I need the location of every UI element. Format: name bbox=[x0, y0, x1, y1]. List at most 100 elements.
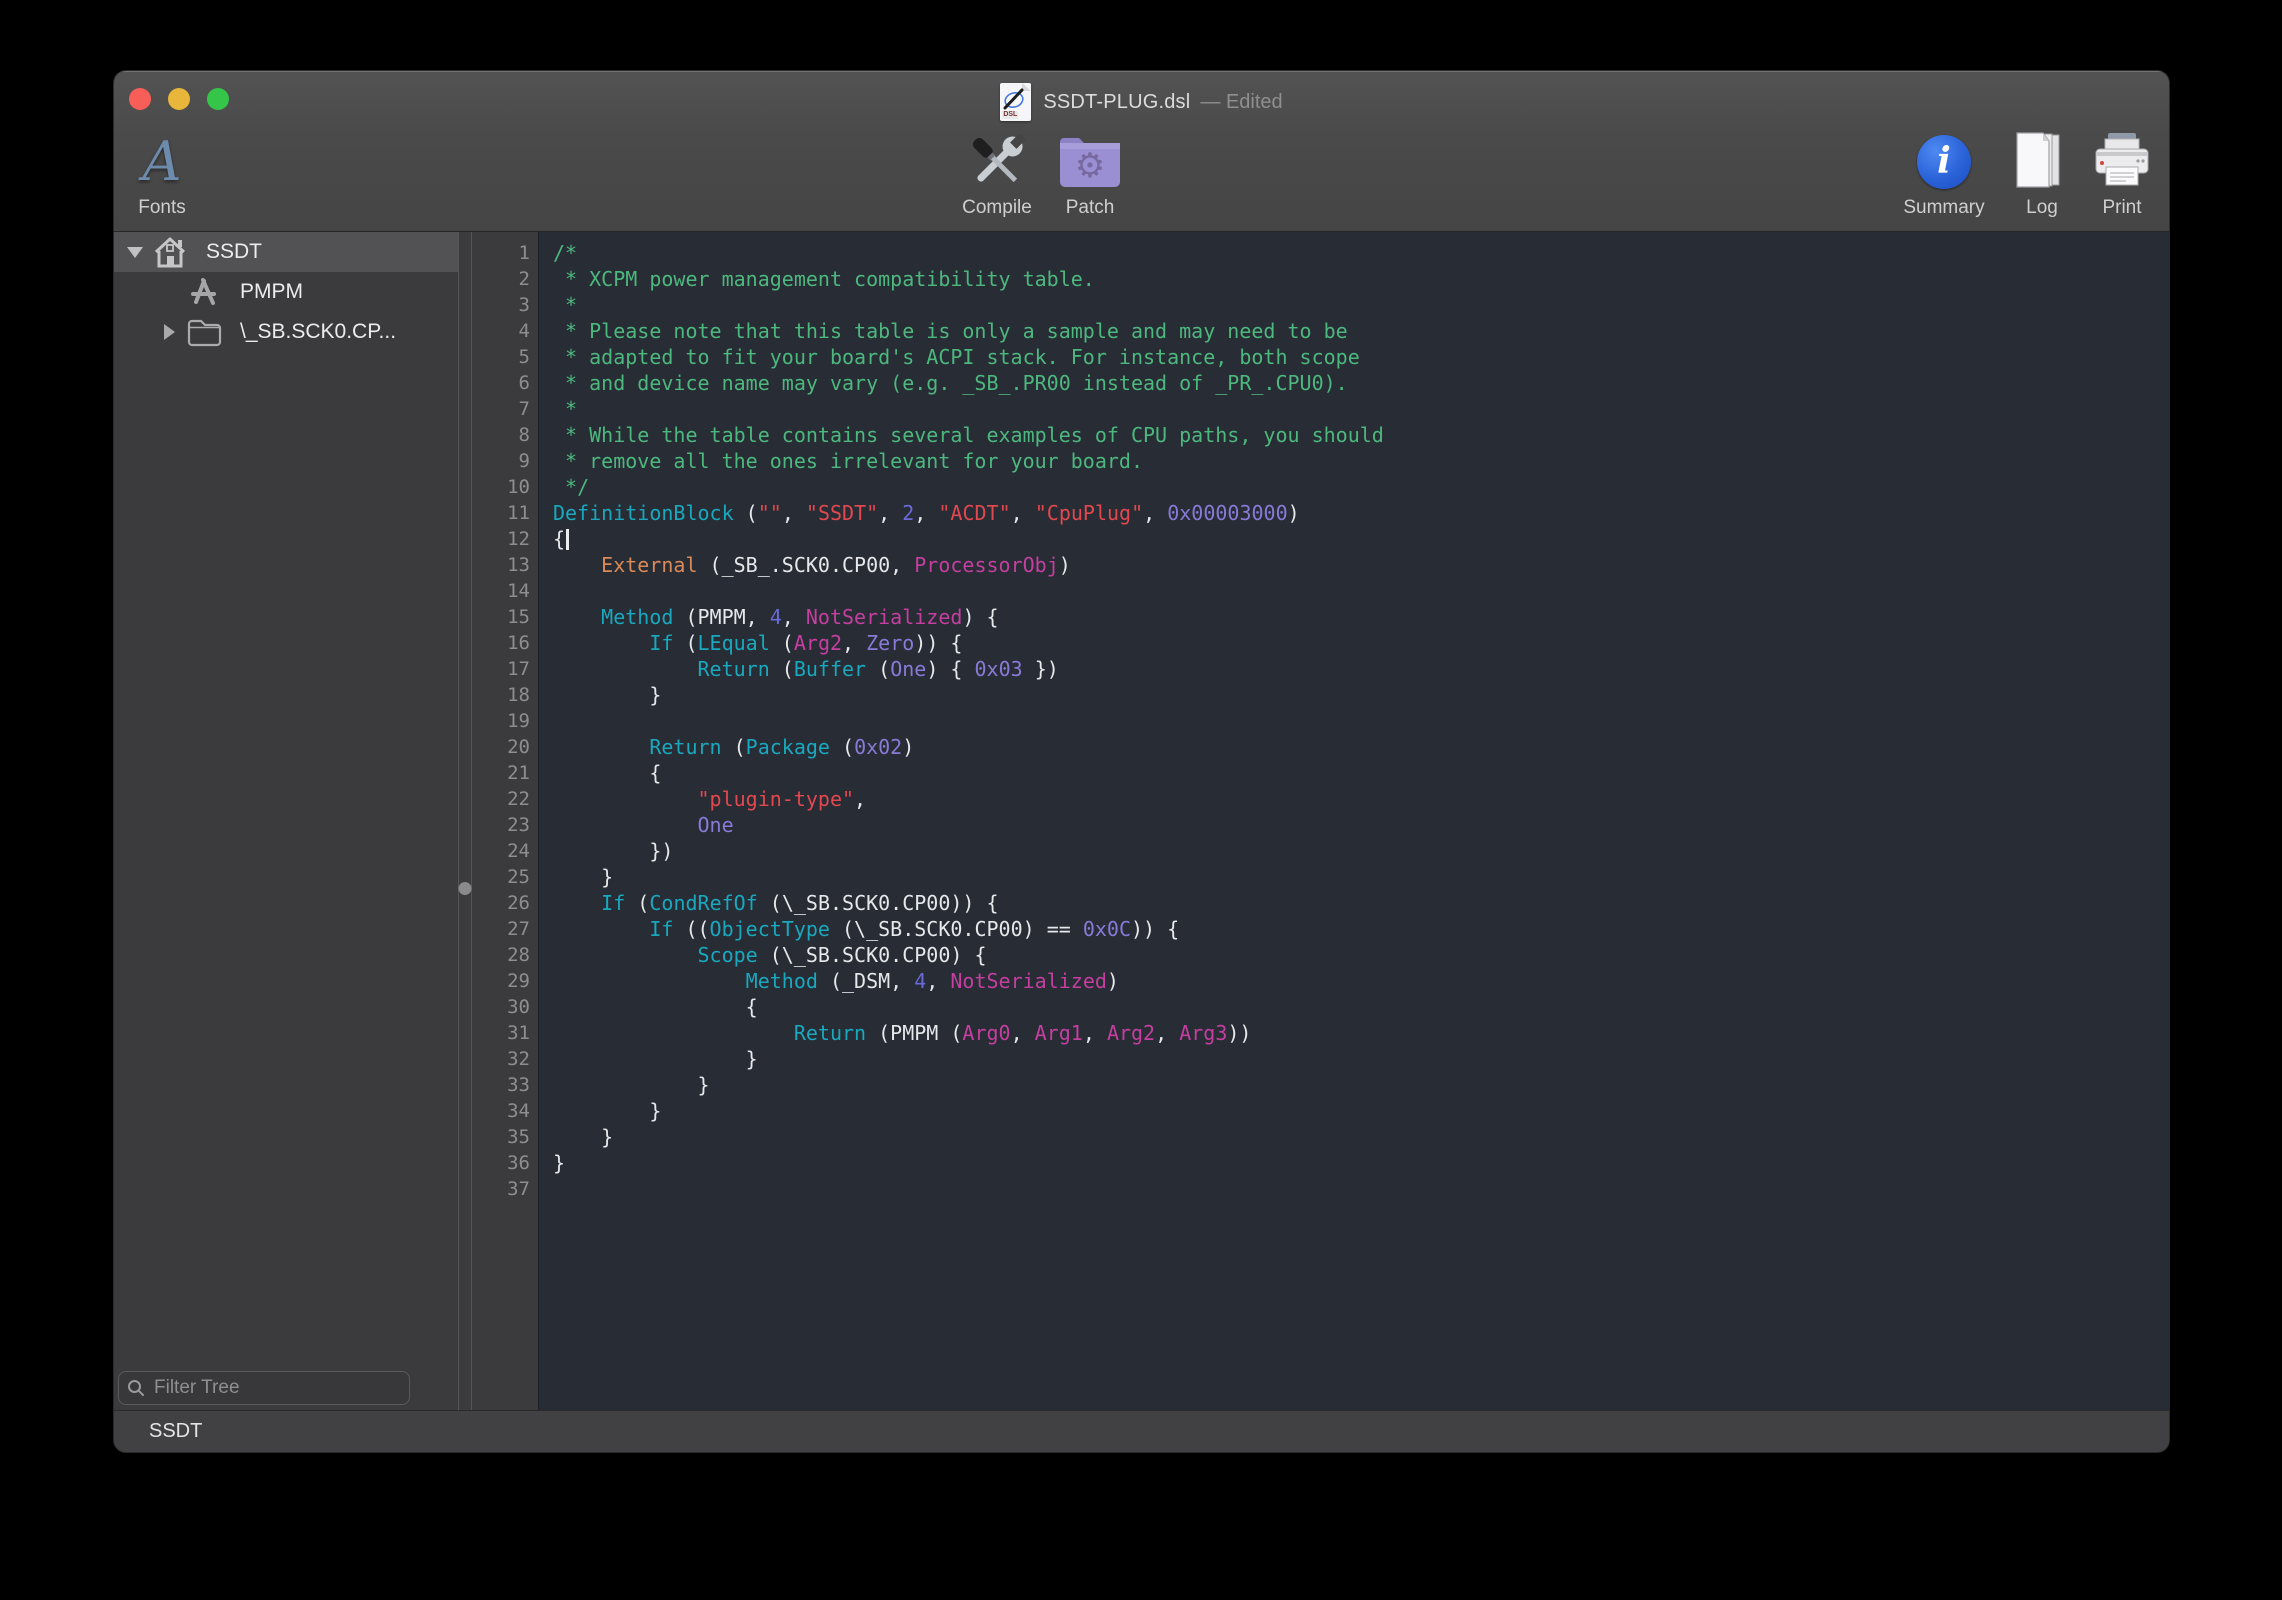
code-line[interactable]: 23 One bbox=[472, 812, 2169, 838]
code-line[interactable]: 26 If (CondRefOf (\_SB.SCK0.CP00)) { bbox=[472, 890, 2169, 916]
line-text: { bbox=[539, 994, 758, 1020]
line-number: 23 bbox=[472, 812, 539, 838]
code-line[interactable]: 9 * remove all the ones irrelevant for y… bbox=[472, 448, 2169, 474]
line-number: 6 bbox=[472, 370, 539, 396]
app-window: DSL SSDT-PLUG.dsl — Edited A Fonts bbox=[114, 71, 2169, 1452]
title-group: DSL SSDT-PLUG.dsl — Edited bbox=[114, 80, 2169, 124]
code-line[interactable]: 15 Method (PMPM, 4, NotSerialized) { bbox=[472, 604, 2169, 630]
tree-item-pmpm[interactable]: PMPM bbox=[114, 272, 458, 312]
disclosure-down-icon[interactable] bbox=[126, 247, 144, 258]
code-line[interactable]: 20 Return (Package (0x02) bbox=[472, 734, 2169, 760]
line-text: }) bbox=[539, 838, 673, 864]
line-number: 37 bbox=[472, 1176, 539, 1202]
line-text: * remove all the ones irrelevant for you… bbox=[539, 448, 1143, 474]
fonts-button[interactable]: A Fonts bbox=[124, 128, 200, 219]
line-number: 33 bbox=[472, 1072, 539, 1098]
code-line[interactable]: 34 } bbox=[472, 1098, 2169, 1124]
line-text: If (CondRefOf (\_SB.SCK0.CP00)) { bbox=[539, 890, 999, 916]
code-line[interactable]: 4 * Please note that this table is only … bbox=[472, 318, 2169, 344]
code-lines: 1/*2 * XCPM power management compatibili… bbox=[472, 232, 2169, 1202]
code-line[interactable]: 35 } bbox=[472, 1124, 2169, 1150]
code-line[interactable]: 32 } bbox=[472, 1046, 2169, 1072]
code-line[interactable]: 13 External (_SB_.SCK0.CP00, ProcessorOb… bbox=[472, 552, 2169, 578]
code-line[interactable]: 6 * and device name may vary (e.g. _SB_.… bbox=[472, 370, 2169, 396]
line-number: 20 bbox=[472, 734, 539, 760]
line-number: 9 bbox=[472, 448, 539, 474]
line-text: { bbox=[539, 526, 569, 552]
line-number: 5 bbox=[472, 344, 539, 370]
code-line[interactable]: 37 bbox=[472, 1176, 2169, 1202]
document-icon: DSL bbox=[1000, 83, 1031, 121]
line-number: 32 bbox=[472, 1046, 539, 1072]
line-text: External (_SB_.SCK0.CP00, ProcessorObj) bbox=[539, 552, 1071, 578]
code-line[interactable]: 18 } bbox=[472, 682, 2169, 708]
code-line[interactable]: 19 bbox=[472, 708, 2169, 734]
search-icon bbox=[127, 1379, 145, 1397]
tree-item-label: SSDT bbox=[206, 240, 262, 264]
line-text: } bbox=[539, 864, 613, 890]
line-text: Return (Buffer (One) { 0x03 }) bbox=[539, 656, 1059, 682]
line-text: Return (PMPM (Arg0, Arg1, Arg2, Arg3)) bbox=[539, 1020, 1251, 1046]
filter-tree-field[interactable] bbox=[118, 1371, 410, 1405]
line-text: * and device name may vary (e.g. _SB_.PR… bbox=[539, 370, 1348, 396]
house-icon bbox=[152, 235, 188, 269]
code-line[interactable]: 8 * While the table contains several exa… bbox=[472, 422, 2169, 448]
code-line[interactable]: 24 }) bbox=[472, 838, 2169, 864]
line-number: 3 bbox=[472, 292, 539, 318]
line-text: * bbox=[539, 396, 577, 422]
print-button[interactable]: Print bbox=[2067, 128, 2169, 219]
code-line[interactable]: 22 "plugin-type", bbox=[472, 786, 2169, 812]
line-text: } bbox=[539, 1098, 661, 1124]
code-line[interactable]: 1/* bbox=[472, 240, 2169, 266]
sidebar-splitter[interactable] bbox=[458, 232, 472, 1410]
line-number: 2 bbox=[472, 266, 539, 292]
line-number: 28 bbox=[472, 942, 539, 968]
line-number: 13 bbox=[472, 552, 539, 578]
code-line[interactable]: 3 * bbox=[472, 292, 2169, 318]
code-line[interactable]: 33 } bbox=[472, 1072, 2169, 1098]
code-line[interactable]: 27 If ((ObjectType (\_SB.SCK0.CP00) == 0… bbox=[472, 916, 2169, 942]
line-text: * bbox=[539, 292, 577, 318]
window-title-edited: — Edited bbox=[1200, 91, 1282, 114]
filter-tree-input[interactable] bbox=[152, 1376, 401, 1400]
code-line[interactable]: 12{ bbox=[472, 526, 2169, 552]
line-text: */ bbox=[539, 474, 589, 500]
code-line[interactable]: 16 If (LEqual (Arg2, Zero)) { bbox=[472, 630, 2169, 656]
text-caret bbox=[566, 529, 569, 550]
line-number: 34 bbox=[472, 1098, 539, 1124]
line-number: 21 bbox=[472, 760, 539, 786]
tree-item--sb-sck0-cp-[interactable]: \_SB.SCK0.CP... bbox=[114, 312, 458, 352]
code-line[interactable]: 29 Method (_DSM, 4, NotSerialized) bbox=[472, 968, 2169, 994]
patch-button[interactable]: ⚙ Patch bbox=[1030, 128, 1150, 219]
splitter-handle-icon[interactable] bbox=[459, 882, 472, 895]
line-number: 25 bbox=[472, 864, 539, 890]
line-number: 8 bbox=[472, 422, 539, 448]
code-line[interactable]: 10 */ bbox=[472, 474, 2169, 500]
disclosure-right-icon[interactable] bbox=[160, 324, 178, 340]
code-line[interactable]: 11DefinitionBlock ("", "SSDT", 2, "ACDT"… bbox=[472, 500, 2169, 526]
line-text: /* bbox=[539, 240, 577, 266]
code-line[interactable]: 2 * XCPM power management compatibility … bbox=[472, 266, 2169, 292]
tree-item-label: PMPM bbox=[240, 280, 303, 304]
code-line[interactable]: 36} bbox=[472, 1150, 2169, 1176]
window-header[interactable]: DSL SSDT-PLUG.dsl — Edited A Fonts bbox=[114, 71, 2169, 232]
line-number: 1 bbox=[472, 240, 539, 266]
code-line[interactable]: 5 * adapted to fit your board's ACPI sta… bbox=[472, 344, 2169, 370]
line-text: * adapted to fit your board's ACPI stack… bbox=[539, 344, 1360, 370]
code-line[interactable]: 7 * bbox=[472, 396, 2169, 422]
line-number: 30 bbox=[472, 994, 539, 1020]
line-number: 18 bbox=[472, 682, 539, 708]
code-line[interactable]: 14 bbox=[472, 578, 2169, 604]
tree-item-ssdt[interactable]: SSDT bbox=[114, 232, 458, 272]
code-line[interactable]: 28 Scope (\_SB.SCK0.CP00) { bbox=[472, 942, 2169, 968]
line-number: 14 bbox=[472, 578, 539, 604]
printer-icon bbox=[2067, 128, 2169, 196]
line-number: 4 bbox=[472, 318, 539, 344]
code-line[interactable]: 25 } bbox=[472, 864, 2169, 890]
sidebar-tree: SSDT PMPM \_SB.SCK0.CP... bbox=[114, 232, 458, 1410]
code-line[interactable]: 30 { bbox=[472, 994, 2169, 1020]
code-editor[interactable]: 1/*2 * XCPM power management compatibili… bbox=[472, 232, 2169, 1410]
code-line[interactable]: 31 Return (PMPM (Arg0, Arg1, Arg2, Arg3)… bbox=[472, 1020, 2169, 1046]
code-line[interactable]: 17 Return (Buffer (One) { 0x03 }) bbox=[472, 656, 2169, 682]
code-line[interactable]: 21 { bbox=[472, 760, 2169, 786]
